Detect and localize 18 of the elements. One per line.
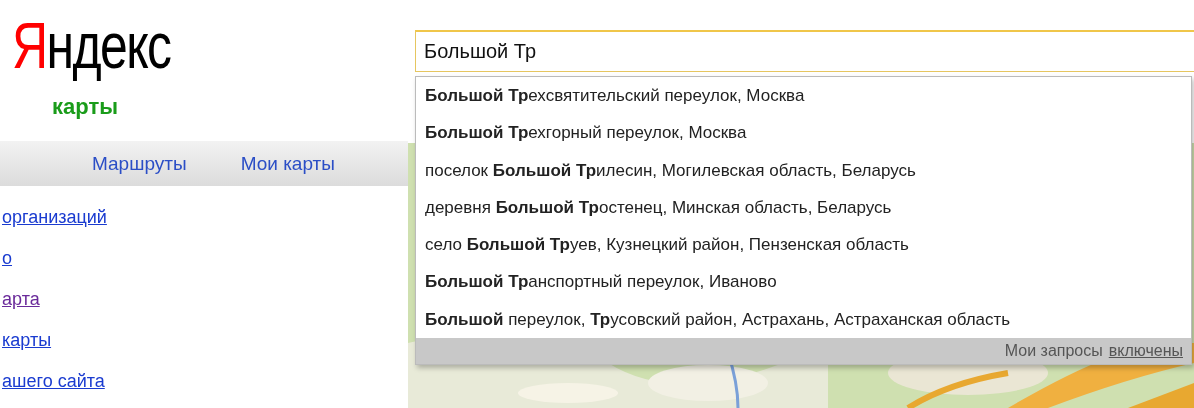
sidebar-link[interactable]: организаций [2,206,107,229]
suggestion-item[interactable]: деревня Большой Тростенец, Минская область, Беларусь [416,188,1191,227]
sidebar-link[interactable]: ашего сайта [2,370,105,393]
search-field[interactable]: Большой Тр [415,30,1194,72]
suggestion-item[interactable]: поселок Большой Трилесин, Могилевская область, Беларусь [416,151,1191,189]
history-label: Мои запросы [1004,342,1103,361]
sidebar-link[interactable]: о [2,247,12,270]
suggestion-item[interactable]: Большой Трехсвятительский переулок, Москва [416,77,1191,115]
nav-link[interactable]: Мои карты [240,152,335,175]
suggestion-item[interactable]: Большой переулок, Трусовский район, Астрахань, Астраханская область [416,300,1191,339]
suggestion-item[interactable]: Большой Трехгорный переулок, Москва [416,114,1191,152]
history-toggle-link[interactable]: включены [1108,342,1183,361]
service-name: карты [52,94,118,120]
suggestion-item[interactable]: Большой Транспортный переулок, Иваново [416,263,1191,301]
suggestion-item[interactable]: село Большой Труев, Кузнецкий район, Пензенская область [416,226,1191,264]
nav-link[interactable]: Маршруты [92,152,187,175]
sidebar-link[interactable]: карты [2,329,52,352]
sidebar-link[interactable]: арта [2,288,40,311]
